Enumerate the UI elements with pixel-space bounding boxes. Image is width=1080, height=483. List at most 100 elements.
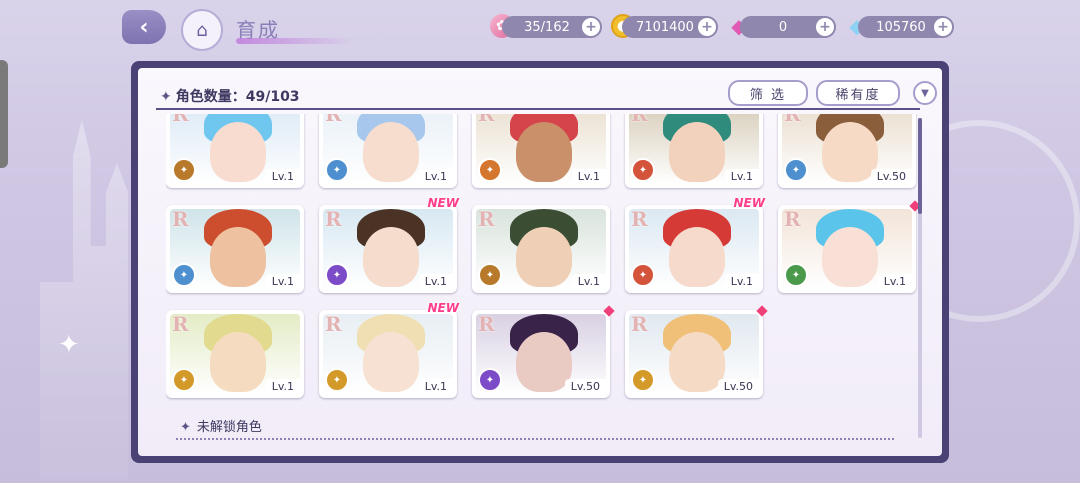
diamond-counter: 105760 +: [858, 16, 954, 38]
character-face: [669, 332, 725, 392]
pink-gem-counter: 0 +: [740, 16, 836, 38]
rarity-badge: R: [478, 114, 495, 126]
diamond-add-button[interactable]: +: [934, 18, 952, 36]
back-button[interactable]: ‹: [122, 10, 166, 44]
attribute-icon: ✦: [172, 158, 196, 182]
attribute-icon: ✦: [325, 158, 349, 182]
new-badge: NEW: [427, 301, 459, 315]
attribute-icon: ✦: [172, 368, 196, 392]
new-badge: NEW: [733, 196, 765, 210]
filter-button[interactable]: 筛 选: [728, 80, 808, 106]
rarity-badge: R: [784, 207, 801, 231]
character-card[interactable]: R ✦ Lv.1: [472, 205, 610, 293]
attribute-icon: ✦: [784, 158, 808, 182]
character-panel-inner: ✦ 角色数量：49/103 筛 选 稀有度 ▼ R ✦ Lv.1 R ✦ Lv.1 R ✦ Lv.…: [138, 68, 942, 456]
character-count: ✦ 角色数量：49/103: [160, 86, 300, 106]
attribute-icon: ✦: [172, 263, 196, 287]
character-face: [822, 227, 878, 287]
sort-order-toggle[interactable]: ▼: [913, 81, 937, 105]
locked-characters-text: 未解锁角色: [196, 420, 262, 435]
candy-value: 35/162: [524, 19, 570, 35]
level-label: Lv.1: [418, 274, 453, 289]
character-card[interactable]: R ✦ Lv.50: [472, 305, 615, 398]
character-face: [669, 122, 725, 182]
home-button[interactable]: ⌂: [181, 9, 223, 51]
level-label: Lv.1: [571, 169, 606, 184]
attribute-icon: ✦: [478, 368, 502, 392]
level-label: Lv.1: [418, 379, 453, 394]
attribute-icon: ✦: [631, 158, 655, 182]
chevron-down-icon: ▼: [921, 87, 929, 99]
rarity-badge: R: [172, 114, 189, 126]
character-card[interactable]: R ✦ Lv.1 NEW: [319, 301, 459, 398]
attribute-icon: ✦: [784, 263, 808, 287]
rarity-badge: R: [631, 312, 648, 336]
character-card[interactable]: R ✦ Lv.50: [625, 305, 768, 398]
rarity-badge: R: [631, 114, 648, 126]
attribute-icon: ✦: [631, 368, 655, 392]
pink-gem-add-button[interactable]: +: [816, 18, 834, 36]
character-face: [669, 227, 725, 287]
level-label: Lv.1: [265, 169, 300, 184]
castle-home-icon: ⌂: [196, 19, 208, 41]
candy-add-button[interactable]: +: [582, 18, 600, 36]
character-card[interactable]: R ✦ Lv.1: [625, 114, 763, 188]
character-card[interactable]: R ✦ Lv.1: [472, 114, 610, 188]
rarity-badge: R: [325, 207, 342, 231]
rarity-badge: R: [631, 207, 648, 231]
rarity-badge: R: [172, 312, 189, 336]
level-label: Lv.1: [571, 274, 606, 289]
sort-rarity-button[interactable]: 稀有度: [816, 80, 900, 106]
character-card[interactable]: R ✦ Lv.1: [166, 114, 304, 188]
scrollbar-thumb[interactable]: [918, 118, 922, 214]
attribute-icon: ✦: [478, 158, 502, 182]
attribute-icon: ✦: [325, 263, 349, 287]
character-face: [516, 332, 572, 392]
character-face: [516, 227, 572, 287]
character-face: [210, 227, 266, 287]
character-face: [210, 332, 266, 392]
character-count-text: 角色数量：49/103: [175, 89, 300, 105]
star-bullet-icon: ✦: [180, 420, 191, 435]
character-face: [363, 332, 419, 392]
character-panel: ✦ 角色数量：49/103 筛 选 稀有度 ▼ R ✦ Lv.1 R ✦ Lv.1 R ✦ Lv.…: [131, 61, 949, 463]
attribute-icon: ✦: [478, 263, 502, 287]
attribute-icon: ✦: [325, 368, 349, 392]
diamond-value: 105760: [876, 19, 926, 35]
character-card[interactable]: R ✦ Lv.1: [166, 310, 304, 398]
level-label: Lv.50: [870, 169, 912, 184]
pink-gem-value: 0: [778, 19, 788, 35]
locked-section-divider: [176, 438, 894, 440]
rarity-badge: R: [325, 312, 342, 336]
character-card[interactable]: R ✦ Lv.1: [166, 205, 304, 293]
candy-counter: 35/162 +: [502, 16, 602, 38]
side-edge-tab[interactable]: [0, 60, 8, 168]
level-label: Lv.1: [265, 274, 300, 289]
level-label: Lv.1: [724, 169, 759, 184]
level-label: Lv.50: [717, 379, 759, 394]
level-label: Lv.1: [265, 379, 300, 394]
locked-characters-label: ✦ 未解锁角色: [180, 416, 262, 435]
level-label: Lv.1: [724, 274, 759, 289]
sparkle-icon: ✦: [58, 330, 80, 360]
new-badge: NEW: [427, 196, 459, 210]
header-divider: [156, 108, 920, 110]
character-grid[interactable]: R ✦ Lv.1 R ✦ Lv.1 R ✦ Lv.1 R ✦ Lv.1 R ✦ Lv.50 R ✦ Lv.1 R ✦ L…: [166, 114, 926, 440]
character-card[interactable]: R ✦ Lv.1 NEW: [625, 196, 765, 293]
character-card[interactable]: R ✦ Lv.1: [319, 114, 457, 188]
character-face: [210, 122, 266, 182]
level-label: Lv.1: [877, 274, 912, 289]
rarity-badge: R: [325, 114, 342, 126]
rarity-badge: R: [172, 207, 189, 231]
rarity-badge: R: [478, 312, 495, 336]
attribute-icon: ✦: [631, 263, 655, 287]
star-bullet-icon: ✦: [160, 89, 172, 105]
character-face: [363, 227, 419, 287]
character-card[interactable]: R ✦ Lv.50: [778, 114, 916, 188]
character-card[interactable]: R ✦ Lv.1: [778, 200, 921, 293]
coin-add-button[interactable]: +: [698, 18, 716, 36]
level-label: Lv.1: [418, 169, 453, 184]
character-face: [363, 122, 419, 182]
character-face: [516, 122, 572, 182]
character-card[interactable]: R ✦ Lv.1 NEW: [319, 196, 459, 293]
